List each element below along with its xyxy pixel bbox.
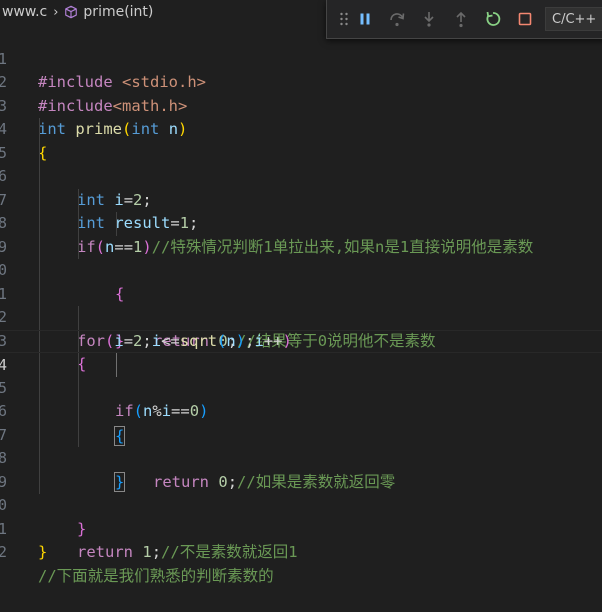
chevron-right-icon: › [53, 4, 59, 20]
step-into-icon [424, 12, 434, 27]
code-line: 12 { [0, 282, 602, 373]
step-over-icon [390, 13, 405, 27]
stop-button[interactable] [509, 4, 541, 34]
code-line: 2 #include<math.h> [0, 48, 602, 115]
code-line: 19 } [0, 447, 602, 538]
restart-icon [486, 11, 501, 26]
code-line: 15 return 0;//如果是素数就返回零 [0, 353, 602, 491]
code-line: 5 int i=2; [0, 118, 602, 209]
token-comment: //下面就是我们熟悉的判断素数的 [38, 566, 274, 585]
token-keyword: return [77, 543, 133, 561]
code-line: 4 { [0, 120, 48, 162]
code-line: 10 } [0, 235, 602, 350]
step-into-button[interactable] [413, 4, 445, 34]
breadcrumb-file[interactable]: www.c [0, 4, 47, 20]
code-line: 20 return 1;//不是素数就返回1 [0, 470, 602, 561]
code-line: 16 } [0, 376, 602, 492]
step-over-button[interactable] [381, 4, 413, 34]
token-number: 1 [142, 543, 152, 561]
token-comment: //不是素数就返回1 [161, 543, 298, 561]
debug-config-select[interactable]: C/C++ [545, 7, 602, 31]
code-line: 6 int result=1; [0, 141, 602, 232]
pause-icon [360, 13, 370, 25]
restart-button[interactable] [477, 4, 509, 34]
debug-toolbar: C/C++ [326, 0, 602, 39]
code-line: 22 //下面就是我们熟悉的判断素数的 [0, 518, 602, 585]
code-line: 11 for(i=2;i<=sqrt(n);i++) [0, 259, 602, 350]
line-number: 22 [0, 543, 7, 561]
code-line: 7 if(n==1)//特殊情况判断1单拉出来,如果n是1直接说明他是素数 [0, 165, 602, 256]
current-line: 14 { [0, 329, 602, 446]
code-line: 17 [0, 400, 602, 444]
pause-button[interactable] [349, 4, 381, 34]
code-editor[interactable]: 1 #include <stdio.h> 2 #include<math.h> … [0, 24, 602, 585]
cube-icon [65, 5, 78, 19]
code-line: 9 return 0;//结果等于0说明他不是素数 [0, 212, 602, 350]
code-line: 3 int prime(int n) [0, 96, 188, 139]
code-line: 8 { [0, 188, 602, 303]
step-out-icon [456, 11, 466, 28]
breadcrumb-symbol[interactable]: prime(int) [83, 4, 153, 20]
gripper-icon[interactable] [339, 12, 349, 26]
code-line: 21 } [0, 519, 48, 562]
step-out-button[interactable] [445, 4, 477, 34]
breadcrumb: www.c › prime(int) [0, 0, 330, 24]
stop-icon [518, 12, 532, 26]
code-line: 13 if(n%i==0) [0, 306, 602, 420]
code-line: 18 [0, 423, 602, 467]
